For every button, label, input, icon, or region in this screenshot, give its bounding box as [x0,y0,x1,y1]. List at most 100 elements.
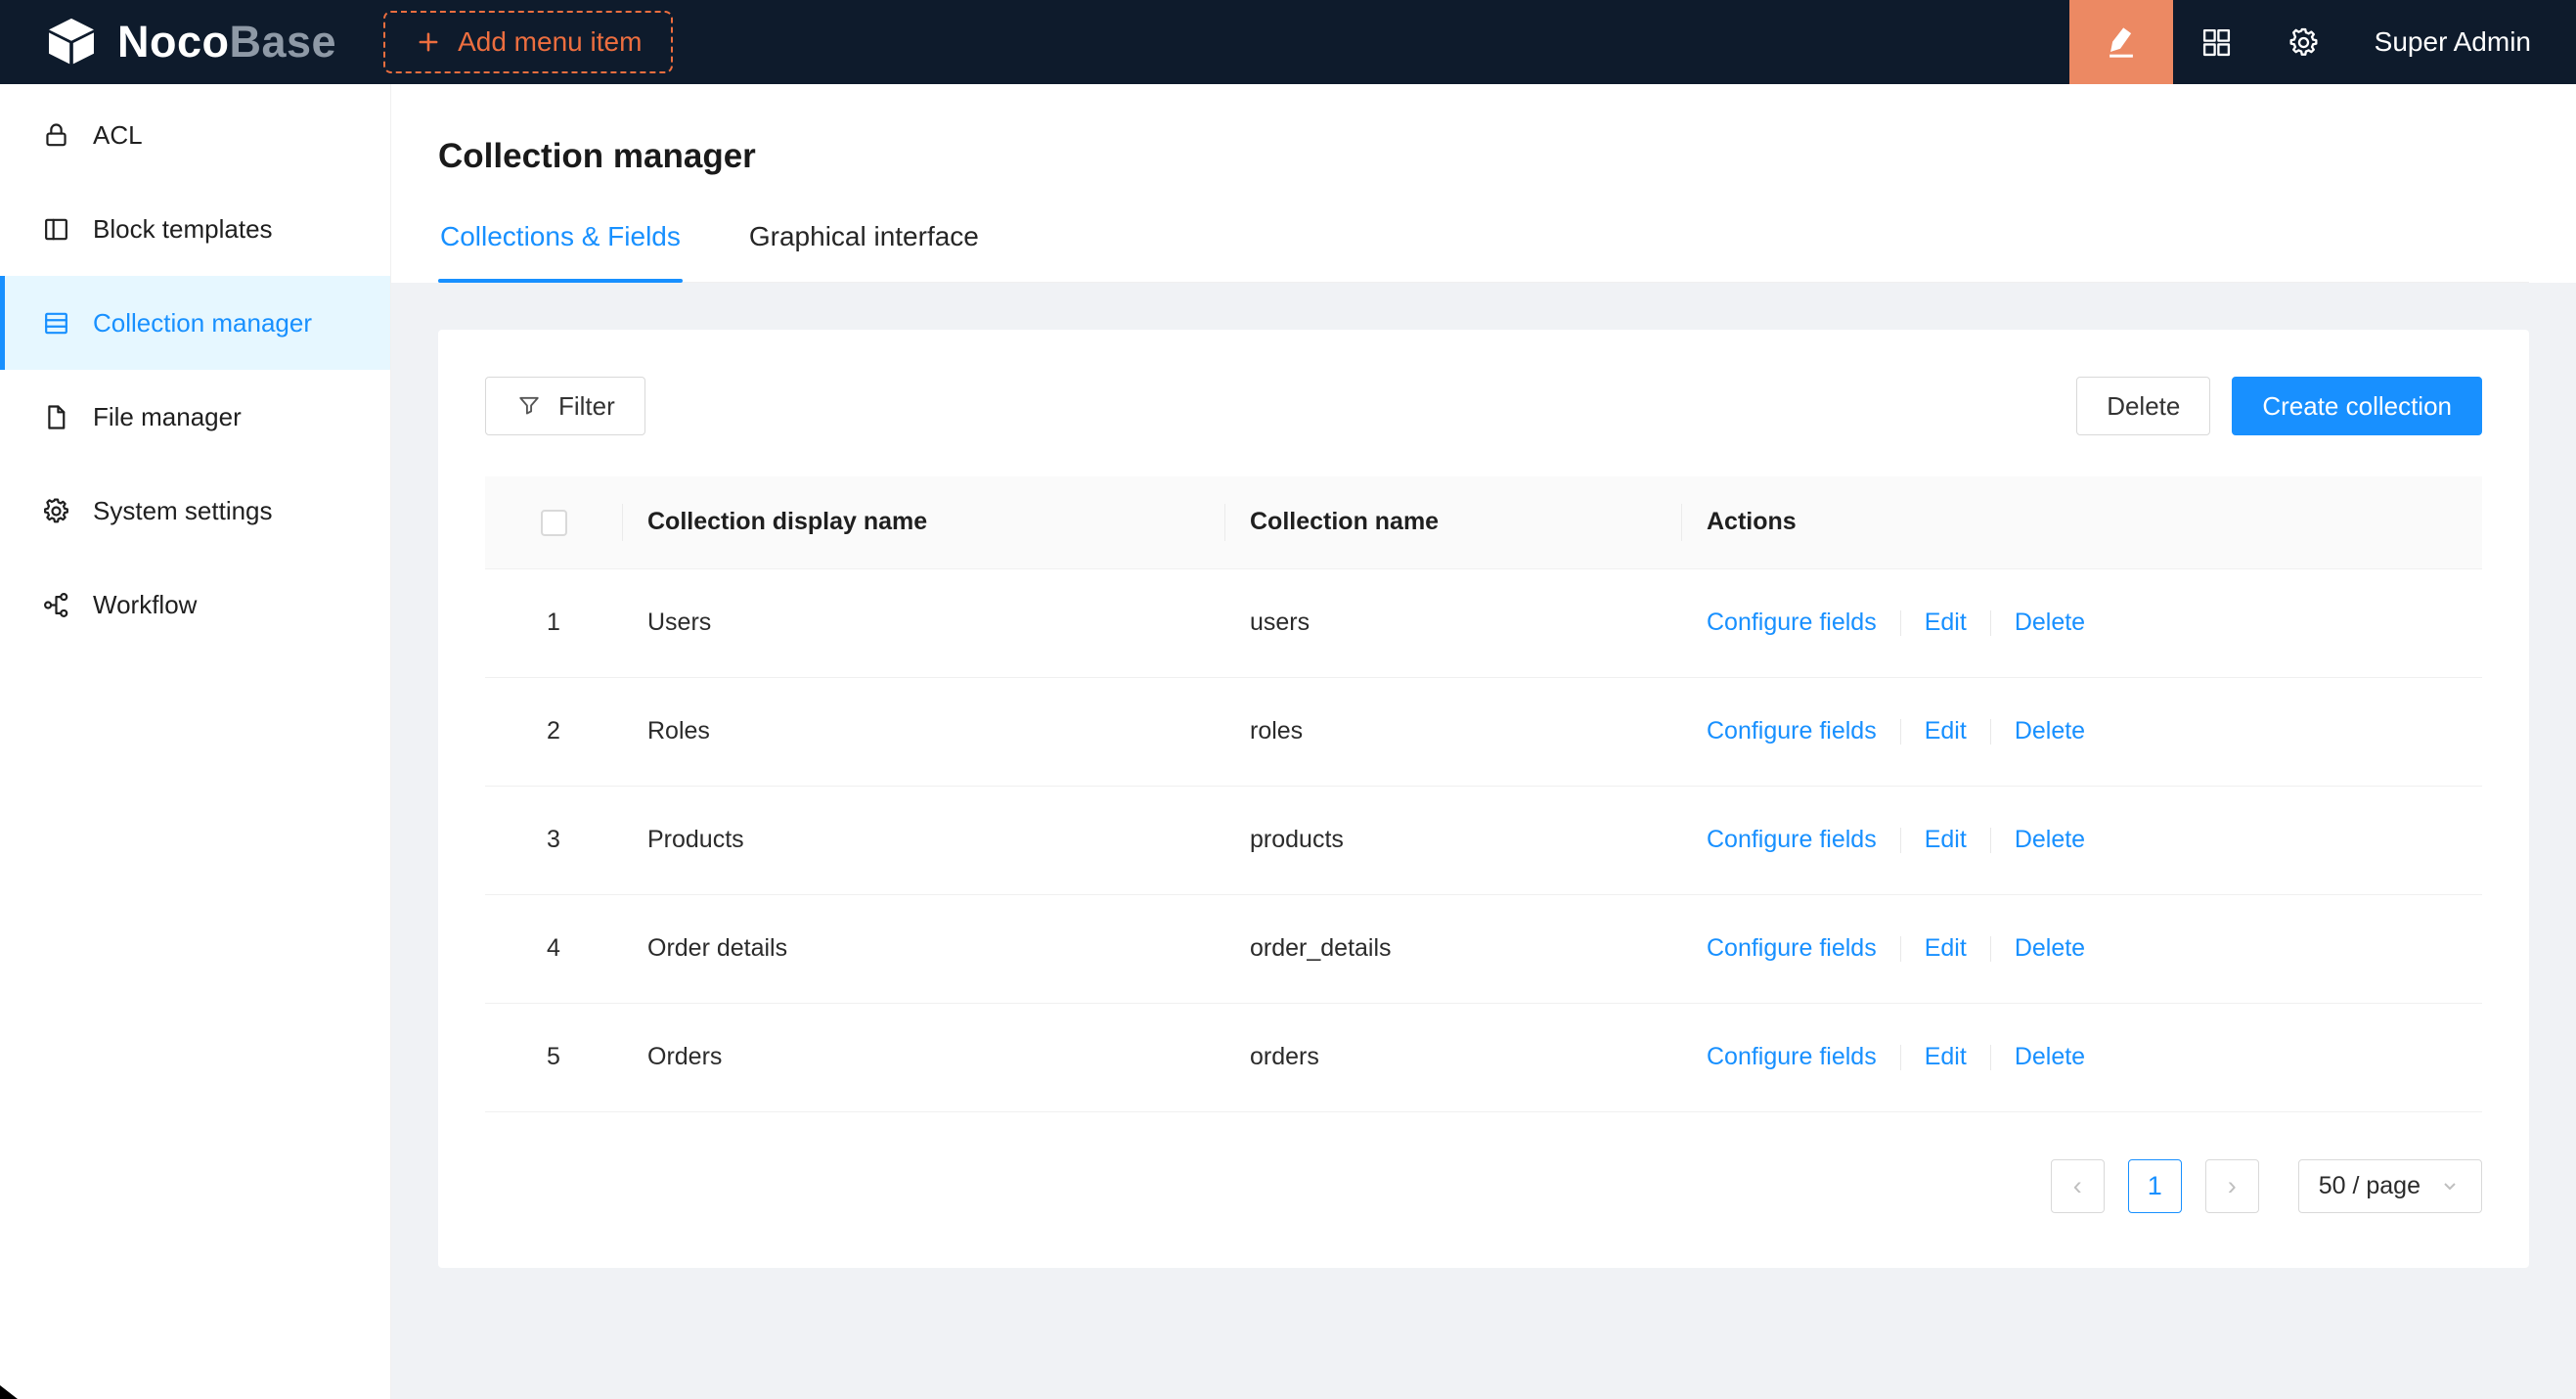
add-menu-item-button[interactable]: Add menu item [383,11,673,73]
blocks-grid-icon [2199,25,2234,60]
sidebar-item-label: Collection manager [93,308,312,338]
sidebar-item-file-manager[interactable]: File manager [0,370,390,464]
select-all-header-cell [485,476,622,568]
gear-icon [41,496,71,526]
table-row: 5 Orders orders Configure fieldsEditDele… [485,1003,2482,1111]
cell-actions: Configure fields Edit Delete [1681,677,2482,786]
edit-link[interactable]: Edit [1925,1043,1967,1070]
cell-display-name: Roles [622,677,1224,786]
collections-table: Collection display name Collection name … [485,476,2482,1112]
edit-link[interactable]: Edit [1925,934,1967,962]
file-icon [41,402,71,432]
plugin-manager-button[interactable] [2173,0,2260,84]
filter-button-label: Filter [558,391,615,422]
action-divider [1900,1045,1901,1070]
table-row: 4 Order details order_details Configure … [485,894,2482,1003]
brand-logo[interactable]: NocoBase [0,14,336,70]
column-header-display-name: Collection display name [622,476,1224,568]
tab-label: Collections & Fields [440,221,681,251]
plus-icon [415,28,442,56]
ui-editor-button[interactable] [2069,0,2173,84]
delete-link[interactable]: Delete [2015,826,2085,853]
cell-display-name: Order details [622,894,1224,1003]
configure-fields-link[interactable]: Configure fields [1707,826,1877,853]
cell-actions: Configure fields Edit Delete [1681,1003,2482,1111]
row-index: 3 [485,786,622,894]
row-index: 1 [485,568,622,677]
nocobase-cube-icon [43,14,100,70]
action-divider [1900,719,1901,745]
table-header-row: Collection display name Collection name … [485,476,2482,568]
brand-name-bold: Noco [117,17,230,67]
sidebar-item-label: Workflow [93,590,197,620]
page-size-select[interactable]: 50 / page [2298,1159,2482,1213]
user-menu[interactable]: Super Admin [2347,26,2576,58]
template-icon [41,214,71,245]
edit-link[interactable]: Edit [1925,609,1967,636]
prev-page-button[interactable]: ‹ [2051,1159,2105,1213]
action-divider [1990,828,1991,853]
configure-fields-link[interactable]: Configure fields [1707,609,1877,636]
select-all-checkbox[interactable] [541,510,567,536]
delete-link[interactable]: Delete [2015,609,2085,636]
cell-name: products [1224,786,1681,894]
delete-link[interactable]: Delete [2015,717,2085,745]
edit-link[interactable]: Edit [1925,717,1967,745]
delete-button-label: Delete [2107,391,2180,422]
page-header: Collection manager Collections & Fields … [391,84,2576,283]
delete-link[interactable]: Delete [2015,1043,2085,1070]
sidebar-item-collection-manager[interactable]: Collection manager [0,276,390,370]
tab-graphical-interface[interactable]: Graphical interface [747,215,981,282]
app-window: NocoBase Add menu item [0,0,2576,1399]
filter-funnel-icon [515,392,543,420]
cell-name: roles [1224,677,1681,786]
pagination: ‹ 1 › 50 / page [485,1159,2482,1213]
cell-display-name: Users [622,568,1224,677]
table-row: 1 Users users Configure fieldsEditDelete [485,568,2482,677]
cell-name: orders [1224,1003,1681,1111]
brand-name: NocoBase [117,17,336,68]
sidebar-item-label: ACL [93,120,143,151]
tab-collections-fields[interactable]: Collections & Fields [438,215,683,282]
column-header-name: Collection name [1224,476,1681,568]
cell-actions: Configure fields Edit Delete [1681,894,2482,1003]
filter-button[interactable]: Filter [485,377,645,435]
cell-actions: Configure fields Edit Delete [1681,568,2482,677]
sidebar-item-block-templates[interactable]: Block templates [0,182,390,276]
tab-bar: Collections & Fields Graphical interface [438,215,2529,283]
configure-fields-link[interactable]: Configure fields [1707,717,1877,745]
configure-fields-link[interactable]: Configure fields [1707,1043,1877,1070]
row-index: 4 [485,894,622,1003]
delete-link[interactable]: Delete [2015,934,2085,962]
column-header-actions: Actions [1681,476,2482,568]
chevron-down-icon [2438,1174,2462,1197]
collection-table-icon [41,308,71,338]
create-collection-button[interactable]: Create collection [2232,377,2482,435]
lock-icon [41,120,71,151]
main-panel: Collection manager Collections & Fields … [391,84,2576,1399]
page-1-button[interactable]: 1 [2128,1159,2182,1213]
configure-fields-link[interactable]: Configure fields [1707,934,1877,962]
sidebar-item-workflow[interactable]: Workflow [0,558,390,652]
row-index: 5 [485,1003,622,1111]
workflow-icon [41,590,71,620]
cell-display-name: Products [622,786,1224,894]
sidebar-item-acl[interactable]: ACL [0,88,390,182]
page-size-value: 50 / page [2319,1172,2421,1200]
app-body: ACL Block templates Collection manager F… [0,84,2576,1399]
sidebar-item-system-settings[interactable]: System settings [0,464,390,558]
collections-card: Filter Delete Create collection Coll [438,330,2529,1268]
brand-name-light: Base [230,17,337,67]
settings-center-button[interactable] [2260,0,2347,84]
edit-link[interactable]: Edit [1925,826,1967,853]
bulk-delete-button[interactable]: Delete [2076,377,2210,435]
card-toolbar: Filter Delete Create collection [485,377,2482,435]
action-divider [1900,828,1901,853]
next-page-button[interactable]: › [2205,1159,2259,1213]
gear-icon [2287,25,2321,60]
sidebar-item-label: File manager [93,402,242,432]
cell-name: order_details [1224,894,1681,1003]
page-title: Collection manager [438,137,2529,176]
table-row: 2 Roles roles Configure fieldsEditDelete [485,677,2482,786]
header-actions: Super Admin [2069,0,2576,84]
